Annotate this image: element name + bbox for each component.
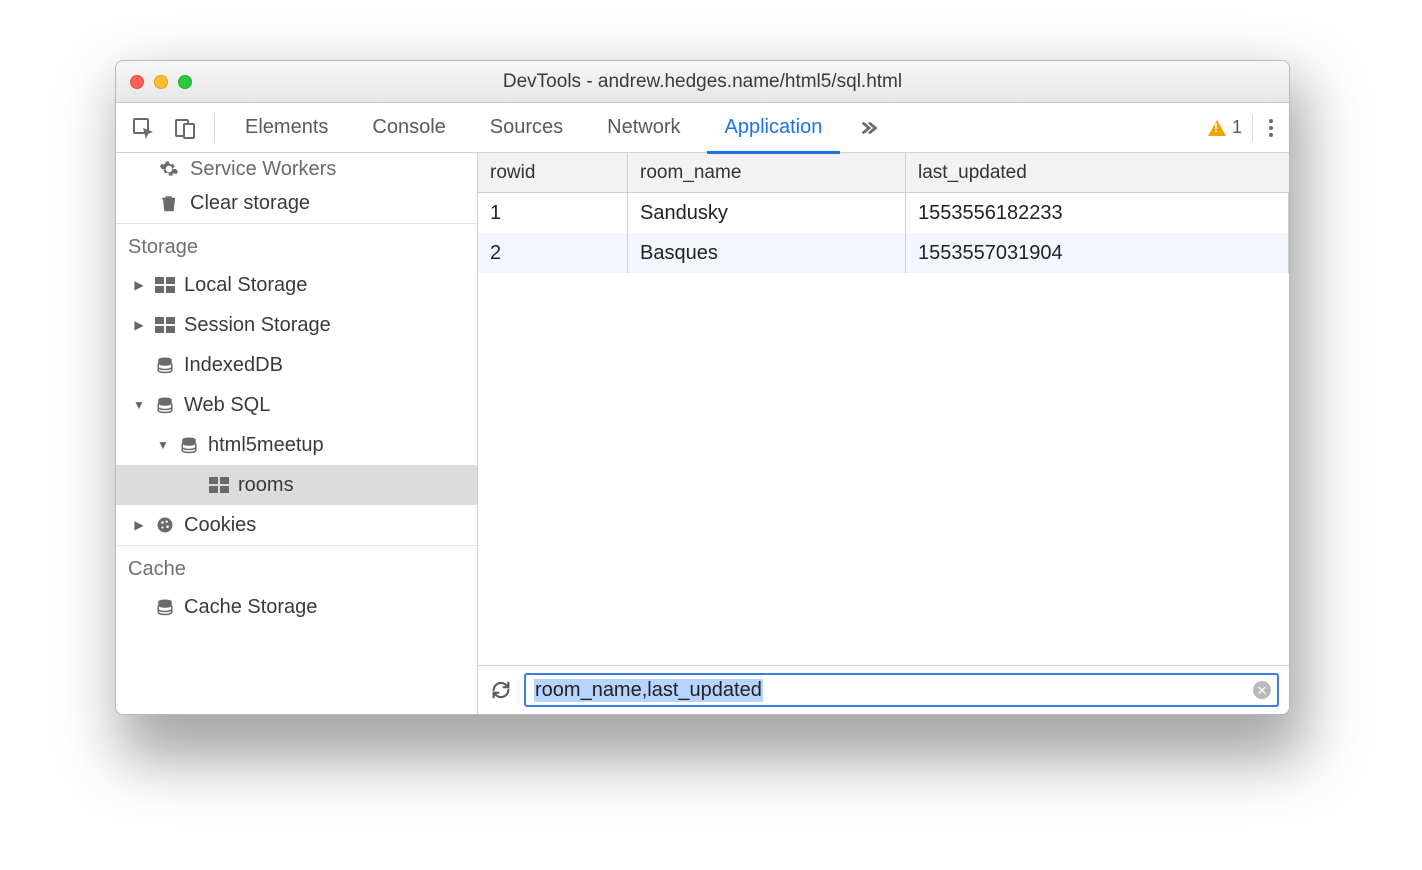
- tree-item-label: Session Storage: [184, 314, 331, 337]
- grid-icon: [154, 316, 176, 334]
- minimize-window-button[interactable]: [154, 75, 168, 89]
- clear-input-button[interactable]: ✕: [1253, 681, 1271, 699]
- separator: [214, 113, 215, 143]
- table-cell: 1: [478, 193, 628, 233]
- window-controls: [130, 75, 192, 89]
- expand-arrow-icon: ▶: [132, 278, 146, 292]
- inspect-element-icon[interactable]: [126, 111, 160, 145]
- column-header[interactable]: last_updated: [906, 153, 1289, 192]
- database-icon: [154, 598, 176, 616]
- expand-arrow-icon: ▶: [132, 318, 146, 332]
- more-tabs-button[interactable]: [848, 117, 890, 139]
- collapse-arrow-icon: ▼: [156, 438, 170, 452]
- table-header: rowid room_name last_updated: [478, 153, 1289, 193]
- tab-application[interactable]: Application: [707, 103, 841, 153]
- tab-label: Network: [607, 116, 680, 139]
- column-label: rowid: [490, 162, 535, 184]
- devtools-window: DevTools - andrew.hedges.name/html5/sql.…: [115, 60, 1290, 715]
- tree-item-label: Cookies: [184, 514, 256, 537]
- table-cell: 2: [478, 233, 628, 273]
- table-panel: rowid room_name last_updated 1 Sandusky …: [478, 153, 1289, 714]
- titlebar: DevTools - andrew.hedges.name/html5/sql.…: [116, 61, 1289, 103]
- sidebar-group-storage: Storage: [116, 223, 477, 265]
- tree-item-label: Cache Storage: [184, 596, 317, 619]
- warnings-badge[interactable]: 1: [1208, 117, 1242, 138]
- table-row[interactable]: 1 Sandusky 1553556182233: [478, 193, 1289, 233]
- tab-sources[interactable]: Sources: [472, 103, 581, 153]
- tab-label: Sources: [490, 116, 563, 139]
- trash-icon: [158, 192, 180, 214]
- sql-input[interactable]: room_name,last_updated ✕: [524, 673, 1279, 707]
- grid-icon: [208, 476, 230, 494]
- tab-label: Elements: [245, 116, 328, 139]
- database-icon: [178, 436, 200, 454]
- tab-label: Console: [372, 116, 445, 139]
- expand-arrow-icon: ▶: [132, 518, 146, 532]
- warnings-count: 1: [1232, 117, 1242, 138]
- device-toolbar-icon[interactable]: [168, 111, 202, 145]
- table-cell: 1553556182233: [906, 193, 1289, 233]
- column-label: last_updated: [918, 162, 1027, 184]
- tree-item-label: Web SQL: [184, 394, 270, 417]
- separator: [1252, 115, 1253, 141]
- tree-item-cookies[interactable]: ▶ Cookies: [116, 505, 477, 545]
- close-window-button[interactable]: [130, 75, 144, 89]
- table-row[interactable]: 2 Basques 1553557031904: [478, 233, 1289, 273]
- sql-console: room_name,last_updated ✕: [478, 666, 1289, 714]
- tree-item-indexeddb[interactable]: IndexedDB: [116, 345, 477, 385]
- sidebar-item-label: Clear storage: [190, 192, 310, 215]
- sidebar-item-label: Service Workers: [190, 158, 336, 181]
- gear-icon: [158, 158, 180, 180]
- application-sidebar: Service Workers Clear storage Storage ▶: [116, 153, 478, 714]
- column-header[interactable]: rowid: [478, 153, 628, 192]
- tab-elements[interactable]: Elements: [227, 103, 346, 153]
- tree-item-label: IndexedDB: [184, 354, 283, 377]
- tree-item-rooms[interactable]: rooms: [116, 465, 477, 505]
- table-cell: 1553557031904: [906, 233, 1289, 273]
- sql-input-text: room_name,last_updated: [534, 679, 763, 702]
- sidebar-item-service-workers[interactable]: Service Workers: [116, 155, 477, 183]
- cookie-icon: [154, 516, 176, 534]
- tree-item-label: rooms: [238, 474, 294, 497]
- collapse-arrow-icon: ▼: [132, 398, 146, 412]
- devtools-toolbar: Elements Console Sources Network Applica…: [116, 103, 1289, 153]
- tree-item-session-storage[interactable]: ▶ Session Storage: [116, 305, 477, 345]
- tree-item-label: Local Storage: [184, 274, 307, 297]
- warning-icon: [1208, 120, 1226, 136]
- table-cell: Basques: [628, 233, 906, 273]
- sidebar-group-cache: Cache: [116, 545, 477, 587]
- column-label: room_name: [640, 162, 741, 184]
- column-header[interactable]: room_name: [628, 153, 906, 192]
- tree-item-label: html5meetup: [208, 434, 324, 457]
- settings-menu-button[interactable]: [1263, 119, 1279, 137]
- data-table: rowid room_name last_updated 1 Sandusky …: [478, 153, 1289, 666]
- tree-item-web-sql[interactable]: ▼ Web SQL: [116, 385, 477, 425]
- table-body: 1 Sandusky 1553556182233 2 Basques 15535…: [478, 193, 1289, 665]
- database-icon: [154, 356, 176, 374]
- tab-network[interactable]: Network: [589, 103, 698, 153]
- window-title: DevTools - andrew.hedges.name/html5/sql.…: [116, 71, 1289, 93]
- tree-item-html5meetup[interactable]: ▼ html5meetup: [116, 425, 477, 465]
- tab-label: Application: [725, 116, 823, 139]
- tab-console[interactable]: Console: [354, 103, 463, 153]
- sidebar-item-clear-storage[interactable]: Clear storage: [116, 183, 477, 223]
- tree-item-cache-storage[interactable]: Cache Storage: [116, 587, 477, 627]
- refresh-button[interactable]: [488, 677, 514, 703]
- zoom-window-button[interactable]: [178, 75, 192, 89]
- table-cell: Sandusky: [628, 193, 906, 233]
- grid-icon: [154, 276, 176, 294]
- tree-item-local-storage[interactable]: ▶ Local Storage: [116, 265, 477, 305]
- database-icon: [154, 396, 176, 414]
